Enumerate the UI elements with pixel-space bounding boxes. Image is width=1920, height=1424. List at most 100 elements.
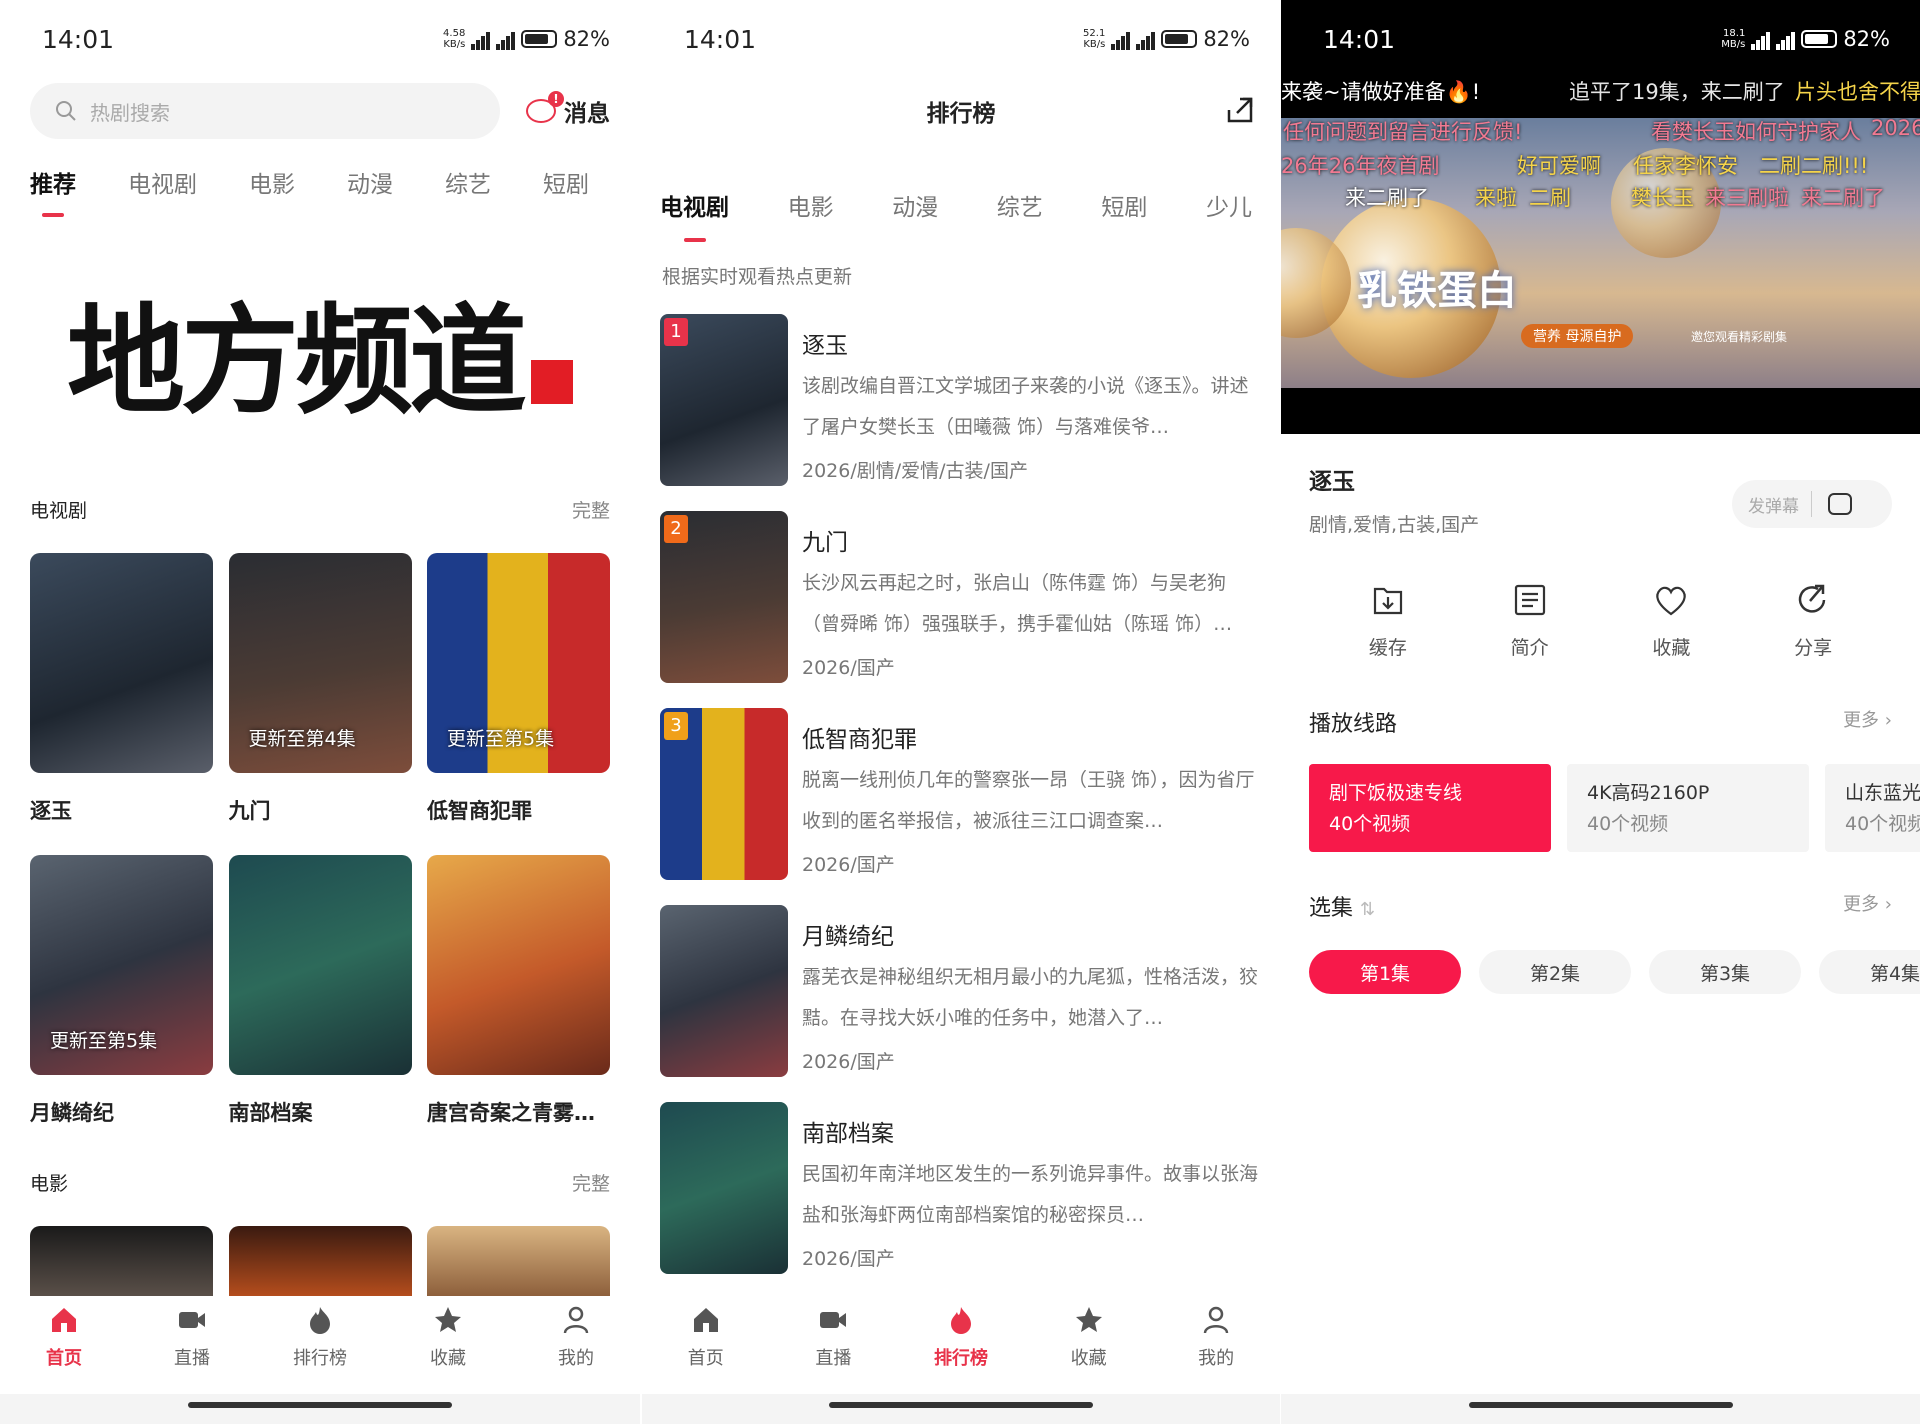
signal-icon [1751, 28, 1771, 50]
episode-button[interactable]: 第4集 [1819, 950, 1920, 994]
poster-badge: 更新至第5集 [50, 1030, 158, 1052]
ranking-screen: 14:01 52.1 KB/s 82% 排行榜 电视剧 电影 动漫 综艺 短剧 … [642, 0, 1280, 1424]
home-indicator[interactable] [829, 1402, 1093, 1408]
tv-section-header: 电视剧 完整 [0, 496, 640, 523]
lines-more[interactable]: 更多 › [1843, 706, 1892, 738]
status-bar: 14:01 18.1 MB/s 82% [1281, 0, 1920, 78]
nav-profile-label: 我的 [1198, 1348, 1235, 1369]
danmu-comment: 26年26年夜首剧 [1281, 154, 1440, 178]
document-icon [1514, 584, 1545, 616]
line-count: 40个视频 [1329, 813, 1411, 835]
poster-image [30, 553, 213, 773]
signal-icon-2 [1136, 28, 1156, 50]
tab-variety[interactable]: 综艺 [989, 188, 1051, 222]
intro-button[interactable]: 简介 [1511, 581, 1549, 660]
danmu-comment: 来袭~请做好准备🔥! [1281, 80, 1481, 104]
gesture-area [1281, 1394, 1920, 1424]
movie-section-more[interactable]: 完整 [572, 1169, 610, 1196]
download-icon [1373, 587, 1402, 615]
ranking-item[interactable]: 月鳞绮纪 露芜衣是神秘组织无相月最小的九尾狐，性格活泼，狡黠。在寻找大妖小唯的任… [642, 905, 1280, 1077]
share-out-icon[interactable] [1226, 96, 1254, 124]
user-icon [563, 1306, 589, 1334]
nav-live-label: 直播 [815, 1348, 852, 1369]
danmu-comment: 樊长玉 [1631, 186, 1694, 210]
tab-short[interactable]: 短剧 [543, 165, 589, 199]
poster-image: 2 [660, 511, 788, 683]
tab-variety[interactable]: 综艺 [445, 165, 491, 199]
episodes-more[interactable]: 更多 › [1843, 890, 1892, 922]
episode-button[interactable]: 第1集 [1309, 950, 1461, 994]
card-title: 南部档案 [228, 1101, 313, 1125]
nav-favorites-label: 收藏 [430, 1348, 466, 1369]
episodes-list: 第1集 第2集 第3集 第4集 [1281, 950, 1920, 994]
nav-ranking-label: 排行榜 [933, 1348, 988, 1369]
ranking-tabs: 电视剧 电影 动漫 综艺 短剧 少儿 [642, 180, 1280, 242]
banner-text: 地方频道 [66, 291, 527, 430]
danmu-button[interactable]: 发弹幕 [1732, 480, 1892, 528]
home-indicator[interactable] [188, 1402, 452, 1408]
nav-home-label: 首页 [687, 1348, 724, 1369]
home-indicator[interactable] [1468, 1402, 1733, 1408]
status-bar: 14:01 4.58 KB/s 82% [0, 0, 640, 78]
home-icon [52, 1308, 76, 1332]
tab-kids[interactable]: 少儿 [1198, 188, 1260, 222]
line-option[interactable]: 山东蓝光 40个视频 [1825, 764, 1920, 852]
bottom-nav: 首页 直播 排行榜 收藏 我的 [0, 1296, 640, 1424]
nav-ranking-label: 排行榜 [293, 1348, 347, 1369]
episode-button[interactable]: 第2集 [1479, 950, 1631, 994]
ranking-item[interactable]: 1 逐玉 该剧改编自晋江文学城团子来袭的小说《逐玉》。讲述了屠户女樊长玉（田曦薇… [642, 314, 1280, 486]
poster-image [228, 855, 412, 1075]
share-label: 分享 [1794, 637, 1833, 659]
tv-card[interactable]: 逐玉 [30, 553, 213, 845]
action-row: 缓存 简介 收藏 分享 [1281, 581, 1920, 660]
ranking-item[interactable]: 2 九门 长沙风云再起之时，张启山（陈伟霆 饰）与吴老狗（曾舜晞 饰）强强联手，… [642, 511, 1280, 683]
status-icons: 52.1 KB/s 82% [1075, 27, 1250, 51]
download-button[interactable]: 缓存 [1369, 581, 1407, 660]
home-tabs: 推荐 电视剧 电影 动漫 综艺 短剧 [0, 152, 640, 217]
line-option[interactable]: 剧下饭极速专线 40个视频 [1309, 764, 1551, 852]
status-time: 14:01 [684, 24, 757, 54]
search-input[interactable]: 热剧搜索 [30, 83, 500, 139]
tab-anime[interactable]: 动漫 [884, 188, 946, 222]
danmu-comment: 2026 [1871, 118, 1920, 140]
card-title: 九门 [228, 799, 271, 823]
messages-button[interactable]: 消息 [526, 91, 610, 128]
detail-screen: 14:01 18.1 MB/s 82% 来袭~请做好准备🔥! 追平了19集，来二… [1281, 0, 1920, 1424]
network-speed: 52.1 KB/s [1083, 28, 1106, 50]
tab-movie[interactable]: 电影 [249, 165, 295, 199]
tab-recommend[interactable]: 推荐 [30, 165, 76, 217]
tab-anime[interactable]: 动漫 [347, 165, 393, 199]
ranking-item[interactable]: 3 低智商犯罪 脱离一线刑侦几年的警察张一昂（王骁 饰），因为省厅收到的匿名举报… [642, 708, 1280, 880]
tv-card[interactable]: 更新至第5集 低智商犯罪 [427, 553, 610, 845]
danmu-comment: 来啦 [1475, 186, 1517, 210]
poster-image [427, 855, 610, 1075]
danmu-toggle-icon[interactable] [1828, 493, 1852, 515]
favorite-button[interactable]: 收藏 [1652, 581, 1690, 660]
home-icon [693, 1308, 718, 1332]
tab-short[interactable]: 短剧 [1093, 188, 1155, 222]
status-bar: 14:01 52.1 KB/s 82% [642, 0, 1280, 78]
tv-card[interactable]: 更新至第5集 月鳞绮纪 [30, 855, 213, 1147]
tv-card[interactable]: 更新至第4集 九门 [228, 553, 412, 845]
flame-icon [310, 1307, 330, 1334]
sort-icon[interactable]: ⇅ [1360, 899, 1375, 920]
item-title: 九门 [802, 530, 848, 556]
danmu-comment: 任何问题到留言进行反馈! [1283, 120, 1523, 144]
banner[interactable]: 地方频道 [30, 256, 610, 444]
tab-tv[interactable]: 电视剧 [652, 188, 737, 242]
tv-card[interactable]: 唐宫奇案之青雾… [427, 855, 610, 1147]
tab-tv[interactable]: 电视剧 [128, 165, 197, 199]
signal-icon [1111, 28, 1131, 50]
tab-movie[interactable]: 电影 [780, 188, 842, 222]
episode-button[interactable]: 第3集 [1649, 950, 1801, 994]
ranking-item[interactable]: 南部档案 民国初年南洋地区发生的一系列诡异事件。故事以张海盐和张海虾两位南部档案… [642, 1102, 1280, 1274]
video-player[interactable]: 14:01 18.1 MB/s 82% 来袭~请做好准备🔥! 追平了19集，来二… [1281, 0, 1920, 434]
poster-image: 3 [660, 708, 788, 880]
item-description: 长沙风云再起之时，张启山（陈伟霆 饰）与吴老狗（曾舜晞 饰）强强联手，携手霍仙姑… [802, 572, 1233, 635]
episodes-header: 选集 ⇅ 更多 › [1281, 890, 1920, 922]
bottom-nav: 首页 直播 排行榜 收藏 我的 [642, 1296, 1280, 1424]
share-button[interactable]: 分享 [1794, 581, 1832, 660]
tv-card[interactable]: 南部档案 [228, 855, 412, 1147]
line-option[interactable]: 4K高码2160P 40个视频 [1567, 764, 1809, 852]
tv-section-more[interactable]: 完整 [572, 496, 610, 523]
